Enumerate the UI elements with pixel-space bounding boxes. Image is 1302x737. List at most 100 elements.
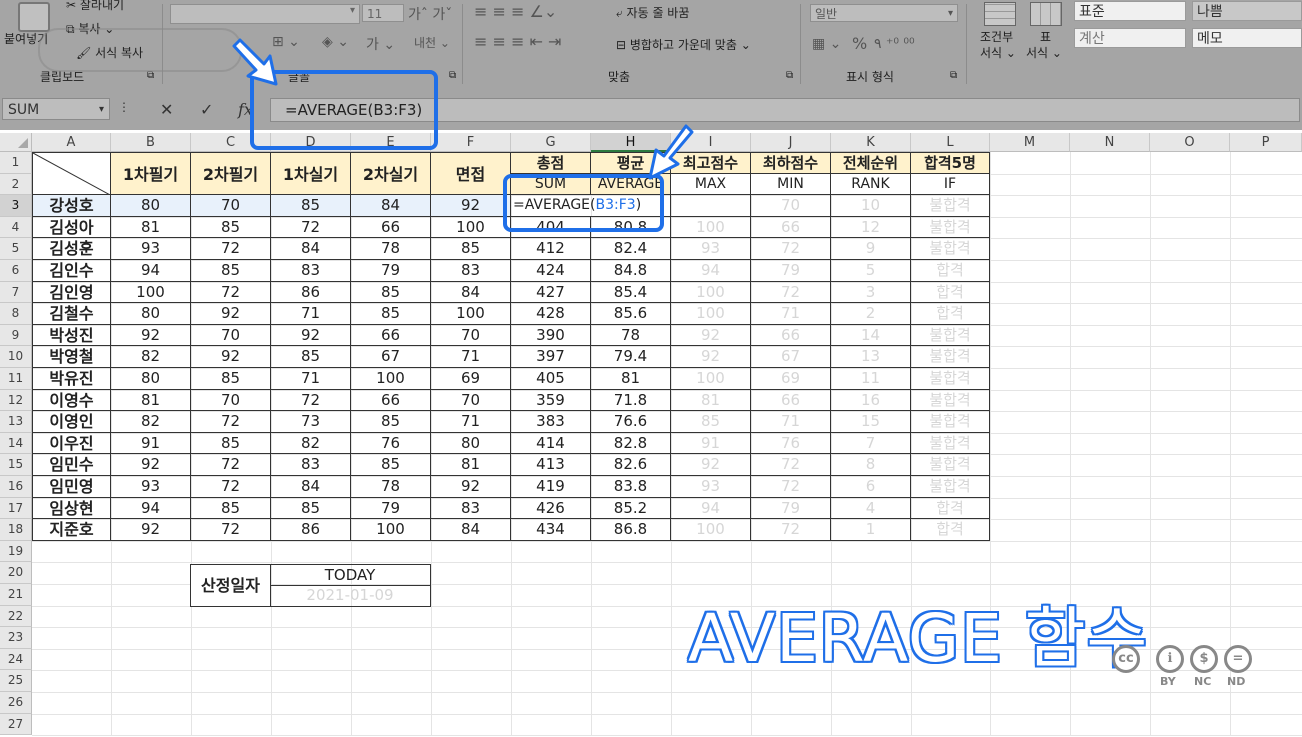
- row-header-1[interactable]: 1: [0, 152, 32, 174]
- row-header-10[interactable]: 10: [0, 346, 32, 368]
- score-cell[interactable]: 66: [351, 324, 431, 347]
- score-cell[interactable]: 82: [271, 432, 351, 455]
- conditional-format-button[interactable]: 조건부: [980, 28, 1013, 45]
- if-cell[interactable]: 불합격: [911, 454, 990, 476]
- if-cell[interactable]: 불합격: [911, 476, 990, 498]
- number-format-select[interactable]: 일반 ▾: [810, 4, 958, 22]
- score-cell[interactable]: 70: [431, 389, 511, 412]
- average-cell[interactable]: 86.8: [591, 519, 671, 541]
- sum-cell[interactable]: 414: [511, 432, 591, 455]
- header-cell[interactable]: 면접: [431, 152, 511, 196]
- score-cell[interactable]: 85: [191, 260, 271, 282]
- min-cell[interactable]: 66: [751, 216, 831, 239]
- row-header-12[interactable]: 12: [0, 389, 32, 412]
- score-cell[interactable]: 76: [351, 432, 431, 455]
- average-cell[interactable]: 83.8: [591, 476, 671, 498]
- student-name-cell[interactable]: 지준호: [32, 519, 111, 541]
- row-header-18[interactable]: 18: [0, 519, 32, 541]
- header-corner-cell[interactable]: [32, 152, 111, 196]
- score-cell[interactable]: 92: [431, 476, 511, 498]
- score-cell[interactable]: 80: [431, 432, 511, 455]
- score-cell[interactable]: 86: [271, 281, 351, 304]
- rank-cell[interactable]: 11: [831, 368, 911, 390]
- row-header-7[interactable]: 7: [0, 281, 32, 304]
- header-cell[interactable]: 2차실기: [351, 152, 431, 196]
- min-cell[interactable]: 79: [751, 260, 831, 282]
- score-cell[interactable]: 72: [191, 238, 271, 260]
- min-cell[interactable]: 71: [751, 411, 831, 433]
- score-cell[interactable]: 92: [111, 519, 191, 541]
- score-cell[interactable]: 80: [111, 303, 191, 325]
- score-cell[interactable]: 67: [351, 346, 431, 368]
- row-header-16[interactable]: 16: [0, 476, 32, 498]
- score-cell[interactable]: 92: [191, 346, 271, 368]
- font-launcher-icon[interactable]: ⧉: [449, 70, 456, 81]
- max-cell[interactable]: 100: [671, 303, 751, 325]
- score-cell[interactable]: 72: [191, 281, 271, 304]
- header-func-cell[interactable]: RANK: [831, 173, 911, 196]
- row-header-25[interactable]: 25: [0, 670, 32, 692]
- score-cell[interactable]: 72: [191, 411, 271, 433]
- score-cell[interactable]: 85: [271, 497, 351, 520]
- score-cell[interactable]: 84: [431, 519, 511, 541]
- row-header-3[interactable]: 3: [0, 195, 32, 217]
- phonetic-button[interactable]: 내천 ⌄: [414, 34, 450, 51]
- score-cell[interactable]: 85: [191, 216, 271, 239]
- alignment-launcher-icon[interactable]: ⧉: [786, 70, 793, 81]
- rank-cell[interactable]: 5: [831, 260, 911, 282]
- score-cell[interactable]: 73: [271, 411, 351, 433]
- min-cell[interactable]: 69: [751, 368, 831, 390]
- max-cell[interactable]: 91: [671, 432, 751, 455]
- rank-cell[interactable]: 10: [831, 195, 911, 217]
- column-header-o[interactable]: O: [1150, 133, 1230, 152]
- score-cell[interactable]: 94: [111, 497, 191, 520]
- column-header-p[interactable]: P: [1230, 133, 1302, 152]
- max-cell[interactable]: 94: [671, 497, 751, 520]
- conditional-format-button-2[interactable]: 서식 ⌄: [980, 44, 1016, 61]
- score-cell[interactable]: 72: [191, 454, 271, 476]
- max-cell[interactable]: 81: [671, 389, 751, 412]
- row-header-5[interactable]: 5: [0, 238, 32, 260]
- min-cell[interactable]: 72: [751, 281, 831, 304]
- if-cell[interactable]: 불합격: [911, 432, 990, 455]
- font-size-select[interactable]: 11: [362, 4, 404, 22]
- row-header-2[interactable]: 2: [0, 173, 32, 196]
- score-cell[interactable]: 72: [271, 216, 351, 239]
- student-name-cell[interactable]: 김인영: [32, 281, 111, 304]
- cancel-icon[interactable]: ✕: [160, 100, 173, 119]
- max-cell[interactable]: 94: [671, 260, 751, 282]
- rank-cell[interactable]: 12: [831, 216, 911, 239]
- column-header-k[interactable]: K: [831, 133, 911, 152]
- header-cell[interactable]: 합격5명: [911, 152, 990, 174]
- score-cell[interactable]: 83: [431, 260, 511, 282]
- if-cell[interactable]: 합격: [911, 260, 990, 282]
- sum-cell[interactable]: 390: [511, 324, 591, 347]
- score-cell[interactable]: 71: [431, 411, 511, 433]
- sum-cell[interactable]: 419: [511, 476, 591, 498]
- student-name-cell[interactable]: 이우진: [32, 432, 111, 455]
- score-cell[interactable]: 66: [351, 216, 431, 239]
- align-top-icons[interactable]: ≡ ≡ ≡ ∠⌄: [474, 2, 557, 21]
- score-cell[interactable]: 94: [111, 260, 191, 282]
- row-header-8[interactable]: 8: [0, 303, 32, 325]
- align-left-icons[interactable]: ≡ ≡ ≡ ⇤ ⇥: [474, 32, 561, 51]
- score-cell[interactable]: 79: [351, 260, 431, 282]
- rank-cell[interactable]: 3: [831, 281, 911, 304]
- if-cell[interactable]: 합격: [911, 497, 990, 520]
- column-header-l[interactable]: L: [911, 133, 990, 152]
- date-value-cell[interactable]: 2021-01-09: [270, 585, 431, 607]
- score-cell[interactable]: 85: [271, 346, 351, 368]
- student-name-cell[interactable]: 김인수: [32, 260, 111, 282]
- min-cell[interactable]: 71: [751, 303, 831, 325]
- enter-icon[interactable]: ✓: [200, 100, 213, 119]
- sum-cell[interactable]: 405: [511, 368, 591, 390]
- column-header-m[interactable]: M: [990, 133, 1070, 152]
- score-cell[interactable]: 93: [111, 476, 191, 498]
- score-cell[interactable]: 100: [351, 368, 431, 390]
- score-cell[interactable]: 100: [351, 519, 431, 541]
- if-cell[interactable]: 불합격: [911, 195, 990, 217]
- header-cell[interactable]: 전체순위: [831, 152, 911, 174]
- min-cell[interactable]: 72: [751, 476, 831, 498]
- row-header-21[interactable]: 21: [0, 584, 32, 606]
- score-cell[interactable]: 92: [111, 454, 191, 476]
